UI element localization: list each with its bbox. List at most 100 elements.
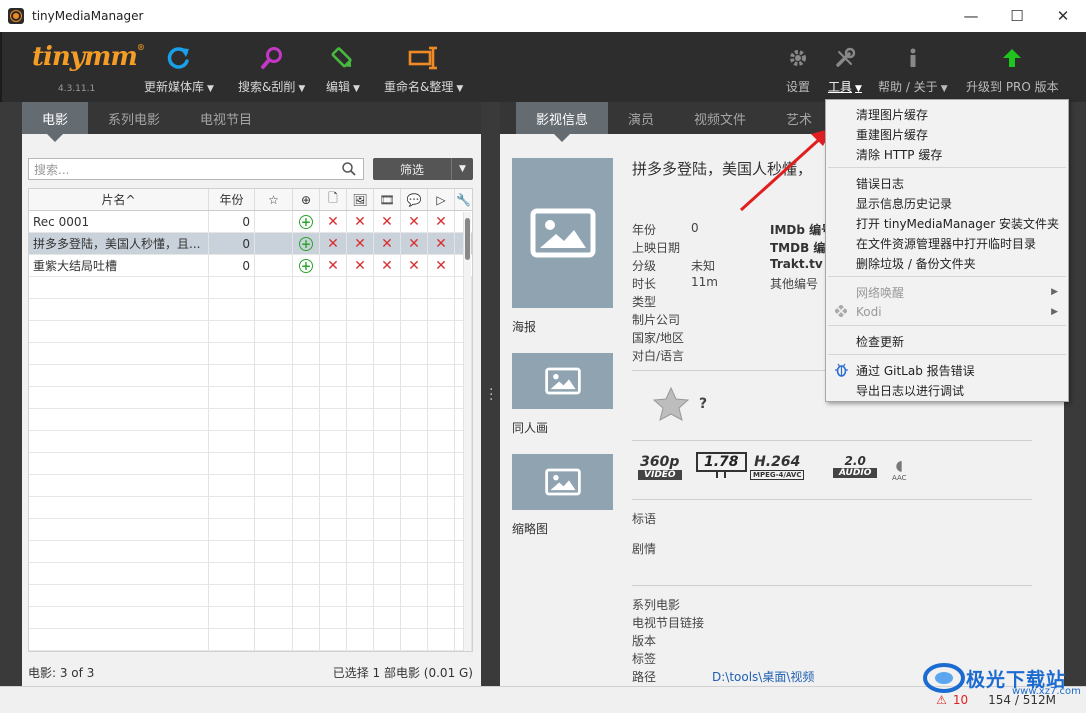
magnify-icon xyxy=(259,38,285,78)
update-library-button[interactable]: 更新媒体库 ▼ xyxy=(144,38,214,95)
missing-icon: ✕ xyxy=(354,257,366,274)
label-tags: 标签 xyxy=(632,652,657,666)
missing-icon: ✕ xyxy=(381,235,393,252)
tab-movies[interactable]: 电影 xyxy=(22,102,89,142)
column-config[interactable]: 🔧 xyxy=(455,189,472,210)
wrench-icon xyxy=(834,38,856,78)
menu-item-check-updates[interactable]: 检查更新 xyxy=(826,331,1068,351)
image-icon: 🖼 xyxy=(352,192,368,207)
empty-row xyxy=(29,343,472,365)
column-rating[interactable]: ☆ xyxy=(255,189,293,210)
table-row[interactable]: 重紫大结局吐槽 0 + ✕ ✕ ✕ ✕ ✕ xyxy=(29,255,472,277)
audio-codec-badge: ◖ AAC xyxy=(892,458,907,482)
menu-item-kodi[interactable]: Kodi ▶ xyxy=(826,302,1068,322)
image-placeholder-icon xyxy=(530,208,595,258)
movie-list-panel: 电影 系列电影 电视节目 搜索... 筛选 ▼ 片名^ 年份 ☆ ⊕ 🗋 🖼 🎞… xyxy=(22,102,481,686)
value-year: 0 xyxy=(691,221,699,235)
missing-icon: ✕ xyxy=(435,235,447,252)
menu-item-delete-trash[interactable]: 删除垃圾 / 备份文件夹 xyxy=(826,253,1068,273)
menu-item-open-temp-dir[interactable]: 在文件资源管理器中打开临时目录 xyxy=(826,233,1068,253)
rating-value: ? xyxy=(699,396,708,412)
column-artwork[interactable]: 🖼 xyxy=(347,189,374,210)
chevron-down-icon[interactable]: ▼ xyxy=(451,158,473,180)
missing-icon: ✕ xyxy=(408,213,420,230)
search-input[interactable]: 搜索... xyxy=(28,158,364,180)
empty-row xyxy=(29,365,472,387)
new-badge-icon: + xyxy=(299,214,313,229)
label-studio: 制片公司 xyxy=(632,313,681,327)
menu-item-rebuild-image-cache[interactable]: 重建图片缓存 xyxy=(826,124,1068,144)
menu-item-error-log[interactable]: 错误日志 xyxy=(826,173,1068,193)
upgrade-pro-button[interactable]: 升级到 PRO 版本 xyxy=(966,38,1059,95)
menu-item-wake-on-lan[interactable]: 网络唤醒 ▶ xyxy=(826,282,1068,302)
label-year: 年份 xyxy=(632,223,657,237)
column-year[interactable]: 年份 xyxy=(209,189,255,210)
empty-row xyxy=(29,453,472,475)
gear-icon xyxy=(787,38,809,78)
menu-item-clean-image-cache[interactable]: 清理图片缓存 xyxy=(826,104,1068,124)
tab-tv-shows[interactable]: 电视节目 xyxy=(180,102,272,134)
poster-label: 海报 xyxy=(512,320,537,334)
left-tabbar: 电影 系列电影 电视节目 xyxy=(22,102,481,142)
menu-item-report-bug-gitlab[interactable]: 通过 GitLab 报告错误 xyxy=(826,360,1068,380)
tab-movie-info[interactable]: 影视信息 xyxy=(516,102,609,142)
missing-icon: ✕ xyxy=(354,213,366,230)
column-title[interactable]: 片名^ xyxy=(29,189,209,210)
table-row[interactable]: Rec 0001 0 + ✕ ✕ ✕ ✕ ✕ xyxy=(29,211,472,233)
maximize-button[interactable]: ☐ xyxy=(994,0,1040,32)
tools-button[interactable]: 工具 ▼ xyxy=(828,38,862,95)
empty-row xyxy=(29,431,472,453)
label-certification: 分级 xyxy=(632,259,657,273)
help-about-button[interactable]: 帮助 / 关于 ▼ xyxy=(878,38,948,95)
info-icon xyxy=(907,38,919,78)
poster-image[interactable] xyxy=(512,158,613,308)
main-toolbar: tinymm® 4.3.11.1 更新媒体库 ▼ 搜索&刮削 ▼ 编辑 ▼ 重命名&整… xyxy=(0,32,1086,102)
label-edition: 版本 xyxy=(632,634,657,648)
filter-button[interactable]: 筛选 ▼ xyxy=(373,158,473,180)
audio-channels-badge: 2.0 AUDIO xyxy=(833,454,878,478)
column-nfo[interactable]: 🗋 xyxy=(320,189,347,210)
tab-cast[interactable]: 演员 xyxy=(608,102,674,134)
column-trailer[interactable]: 🎞 xyxy=(374,189,401,210)
minimize-button[interactable]: — xyxy=(948,0,994,32)
video-codec-badge: H.264 MPEG-4/AVC xyxy=(750,454,805,480)
bug-icon xyxy=(835,363,848,380)
path-link[interactable]: D:\tools\桌面\视频 xyxy=(712,668,814,685)
watermark-logo: 极光下载站 www.xz7.com xyxy=(922,660,1081,697)
missing-icon: ✕ xyxy=(435,257,447,274)
rename-organize-button[interactable]: 重命名&整理 ▼ xyxy=(384,38,463,95)
menu-item-export-logs[interactable]: 导出日志以进行调试 xyxy=(826,380,1068,400)
search-icon[interactable] xyxy=(341,161,357,180)
menu-item-open-install-folder[interactable]: 打开 tinyMediaManager 安装文件夹 xyxy=(826,213,1068,233)
column-watched[interactable]: ▷ xyxy=(428,189,455,210)
table-scrollbar[interactable] xyxy=(463,212,471,651)
empty-row xyxy=(29,299,472,321)
empty-row xyxy=(29,321,472,343)
empty-row xyxy=(29,563,472,585)
settings-button[interactable]: 设置 xyxy=(786,38,810,95)
edit-button[interactable]: 编辑 ▼ xyxy=(326,38,360,95)
column-subtitles[interactable]: 💬 xyxy=(401,189,428,210)
aspect-ratio-badge: 1.78 xyxy=(696,452,747,478)
thumb-image[interactable] xyxy=(512,454,613,510)
document-icon: 🗋 xyxy=(328,191,338,205)
empty-row xyxy=(29,519,472,541)
panel-splitter[interactable]: · · · xyxy=(484,102,498,686)
label-release-date: 上映日期 xyxy=(632,241,681,255)
missing-icon: ✕ xyxy=(381,213,393,230)
column-new[interactable]: ⊕ xyxy=(293,189,320,210)
missing-icon: ✕ xyxy=(327,257,339,274)
missing-icon: ✕ xyxy=(408,257,420,274)
tab-movie-sets[interactable]: 系列电影 xyxy=(88,102,180,134)
menu-item-message-history[interactable]: 显示信息历史记录 xyxy=(826,193,1068,213)
fanart-image[interactable] xyxy=(512,353,613,409)
missing-icon: ✕ xyxy=(408,235,420,252)
window-titlebar: tinyMediaManager — ☐ ✕ xyxy=(0,0,1086,32)
movie-count: 电影: 3 of 3 xyxy=(28,666,95,680)
speech-bubble-icon: 💬 xyxy=(406,192,422,207)
close-button[interactable]: ✕ xyxy=(1040,0,1086,32)
search-scrape-button[interactable]: 搜索&刮削 ▼ xyxy=(238,38,305,95)
image-placeholder-icon xyxy=(544,468,581,496)
menu-item-clear-http-cache[interactable]: 清除 HTTP 缓存 xyxy=(826,144,1068,164)
table-row[interactable]: 拼多多登陆，美国人秒懂，且... 0 + ✕ ✕ ✕ ✕ ✕ xyxy=(29,233,472,255)
